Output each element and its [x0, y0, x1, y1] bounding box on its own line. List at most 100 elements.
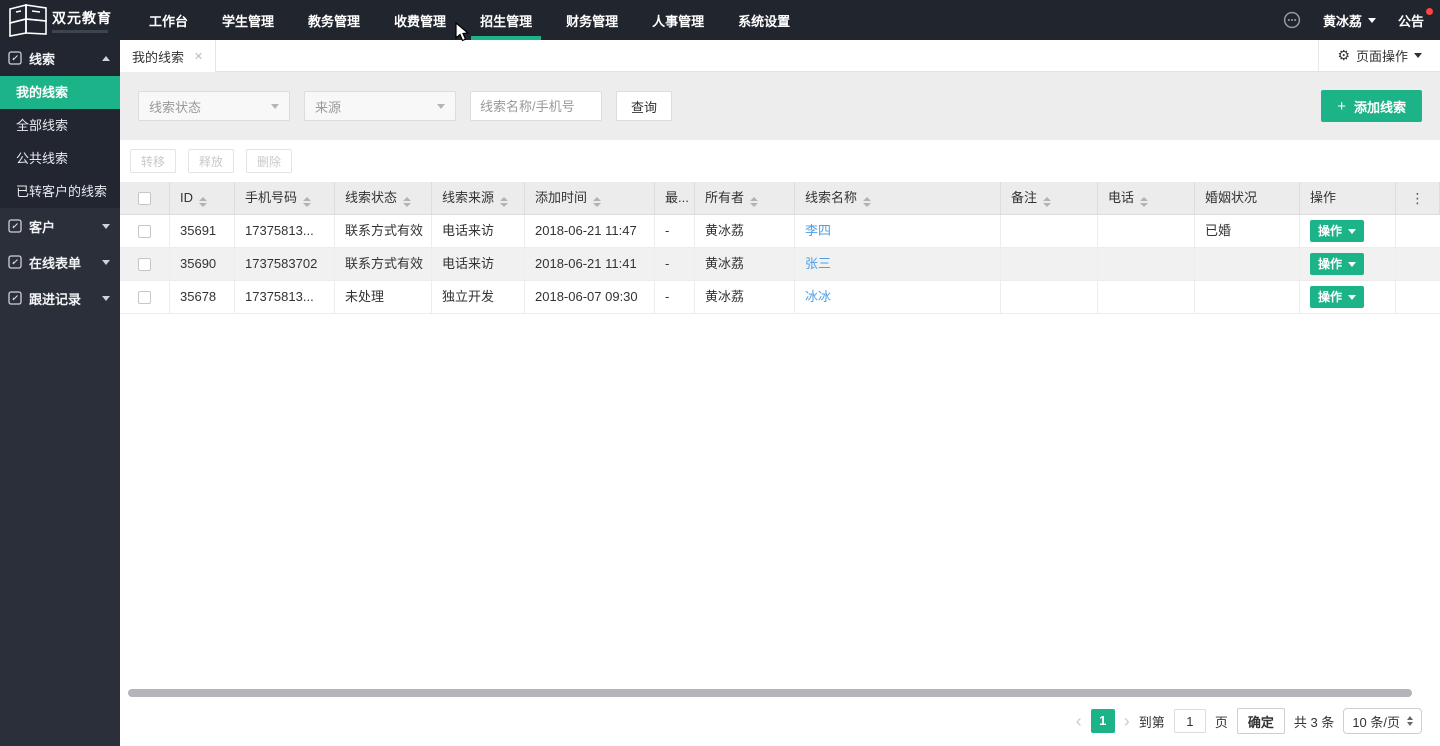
- sort-icon[interactable]: [403, 197, 411, 207]
- plus-icon: +: [1337, 98, 1346, 115]
- goto-page-input[interactable]: [1174, 709, 1206, 733]
- page-actions-button[interactable]: ⚙ 页面操作: [1318, 40, 1440, 71]
- sidebar-item-all-leads[interactable]: 全部线索: [0, 109, 120, 142]
- sidebar-item-converted-leads[interactable]: 已转客户的线索: [0, 175, 120, 208]
- sort-icon[interactable]: [1140, 197, 1148, 207]
- row-action-button[interactable]: 操作: [1310, 253, 1364, 275]
- sidebar-group-online-forms[interactable]: 在线表单: [0, 244, 120, 280]
- select-all-checkbox[interactable]: [138, 192, 151, 205]
- cell-added-time: 2018-06-21 11:47: [525, 215, 655, 248]
- bulk-actions: 转移 释放 删除: [120, 140, 1440, 182]
- logo[interactable]: 双元教育: [0, 3, 132, 37]
- col-header-owner[interactable]: 所有者: [695, 182, 795, 215]
- row-action-button[interactable]: 操作: [1310, 286, 1364, 308]
- cell-id: 35678: [170, 281, 235, 314]
- transfer-button[interactable]: 转移: [130, 149, 176, 173]
- cell-marital: [1195, 281, 1300, 314]
- col-header-status[interactable]: 线索状态: [335, 182, 432, 215]
- cell-last: -: [655, 215, 695, 248]
- tab-my-leads[interactable]: 我的线索 ✕: [120, 40, 216, 72]
- sort-icon[interactable]: [500, 197, 508, 207]
- horizontal-scrollbar[interactable]: [120, 688, 1440, 698]
- col-header-phone[interactable]: 手机号码: [235, 182, 335, 215]
- leads-table: ID 手机号码 线索状态 线索来源 添加时间 最... 所有者 线索名称 备注 …: [120, 182, 1440, 314]
- query-button[interactable]: 查询: [616, 91, 672, 121]
- add-lead-label: 添加线索: [1354, 97, 1406, 116]
- nav-system-settings[interactable]: 系统设置: [721, 0, 807, 40]
- chevron-down-icon: [1348, 295, 1356, 300]
- column-settings-icon[interactable]: ⋮: [1411, 190, 1425, 206]
- cell-marital: [1195, 248, 1300, 281]
- col-header-tel[interactable]: 电话: [1098, 182, 1195, 215]
- sidebar-item-my-leads[interactable]: 我的线索: [0, 76, 120, 109]
- col-header-marital[interactable]: 婚姻状况: [1195, 182, 1300, 215]
- announcement-button[interactable]: 公告: [1398, 11, 1424, 30]
- lead-source-select[interactable]: 来源: [304, 91, 456, 121]
- gear-icon: ⚙: [1337, 47, 1350, 64]
- sort-icon[interactable]: [593, 197, 601, 207]
- table-panel: 转移 释放 删除 ID 手机号码 线索状态 线索来源 添加时间 最... 所有者…: [120, 140, 1440, 746]
- sidebar-group-leads-header[interactable]: 线索: [0, 40, 120, 76]
- nav-finance-mgmt[interactable]: 财务管理: [549, 0, 635, 40]
- sidebar-group-followup-records[interactable]: 跟进记录: [0, 280, 120, 316]
- current-page-button[interactable]: 1: [1091, 709, 1115, 733]
- release-button[interactable]: 释放: [188, 149, 234, 173]
- cell-status: 未处理: [335, 281, 432, 314]
- cell-tel: [1098, 248, 1195, 281]
- cell-added-time: 2018-06-07 09:30: [525, 281, 655, 314]
- form-icon: [8, 291, 22, 305]
- nav-academic-mgmt[interactable]: 教务管理: [291, 0, 377, 40]
- notification-dot: [1426, 8, 1433, 15]
- search-input[interactable]: [470, 91, 602, 121]
- lead-status-placeholder: 线索状态: [149, 97, 201, 116]
- chevron-down-icon: [271, 104, 279, 109]
- nav-hr-mgmt[interactable]: 人事管理: [635, 0, 721, 40]
- nav-admission-mgmt[interactable]: 招生管理: [463, 0, 549, 40]
- row-checkbox[interactable]: [138, 291, 151, 304]
- lead-name-link[interactable]: 李四: [805, 223, 831, 238]
- nav-workbench[interactable]: 工作台: [132, 0, 205, 40]
- row-checkbox[interactable]: [138, 258, 151, 271]
- lead-status-select[interactable]: 线索状态: [138, 91, 290, 121]
- row-checkbox[interactable]: [138, 225, 151, 238]
- sort-icon[interactable]: [750, 197, 758, 207]
- col-header-remark[interactable]: 备注: [1001, 182, 1098, 215]
- logo-tagline: [52, 30, 108, 33]
- prev-page-icon[interactable]: ‹: [1076, 710, 1082, 732]
- close-icon[interactable]: ✕: [194, 50, 203, 63]
- col-header-id[interactable]: ID: [170, 182, 235, 215]
- col-header-added-time[interactable]: 添加时间: [525, 182, 655, 215]
- sort-icon[interactable]: [863, 197, 871, 207]
- col-header-last[interactable]: 最...: [655, 182, 695, 215]
- scrollbar-thumb[interactable]: [128, 689, 1412, 697]
- nav-student-mgmt[interactable]: 学生管理: [205, 0, 291, 40]
- table-header-row: ID 手机号码 线索状态 线索来源 添加时间 最... 所有者 线索名称 备注 …: [120, 182, 1440, 215]
- cell-source: 电话来访: [432, 248, 525, 281]
- sidebar-group-label: 在线表单: [29, 253, 81, 272]
- delete-button[interactable]: 删除: [246, 149, 292, 173]
- sidebar-group-customers[interactable]: 客户: [0, 208, 120, 244]
- lead-name-link[interactable]: 冰冰: [805, 289, 831, 304]
- page-unit-label: 页: [1215, 712, 1228, 731]
- cell-tel: [1098, 215, 1195, 248]
- col-header-lead-name[interactable]: 线索名称: [795, 182, 1001, 215]
- add-lead-button[interactable]: + 添加线索: [1321, 90, 1422, 122]
- nav-fee-mgmt[interactable]: 收费管理: [377, 0, 463, 40]
- sort-icon[interactable]: [199, 197, 207, 207]
- total-count-label: 共 3 条: [1294, 712, 1334, 731]
- cell-owner: 黄冰荔: [695, 248, 795, 281]
- row-action-button[interactable]: 操作: [1310, 220, 1364, 242]
- confirm-page-button[interactable]: 确定: [1237, 708, 1285, 734]
- form-icon: [8, 219, 22, 233]
- next-page-icon[interactable]: ›: [1124, 710, 1130, 732]
- page-actions-label: 页面操作: [1356, 46, 1408, 65]
- message-icon[interactable]: [1283, 11, 1301, 29]
- lead-name-link[interactable]: 张三: [805, 256, 831, 271]
- tab-label: 我的线索: [132, 47, 184, 66]
- page-size-select[interactable]: 10 条/页: [1343, 708, 1422, 734]
- sort-icon[interactable]: [303, 197, 311, 207]
- sort-icon[interactable]: [1043, 197, 1051, 207]
- col-header-source[interactable]: 线索来源: [432, 182, 525, 215]
- sidebar-item-public-leads[interactable]: 公共线索: [0, 142, 120, 175]
- user-menu[interactable]: 黄冰荔: [1323, 11, 1376, 30]
